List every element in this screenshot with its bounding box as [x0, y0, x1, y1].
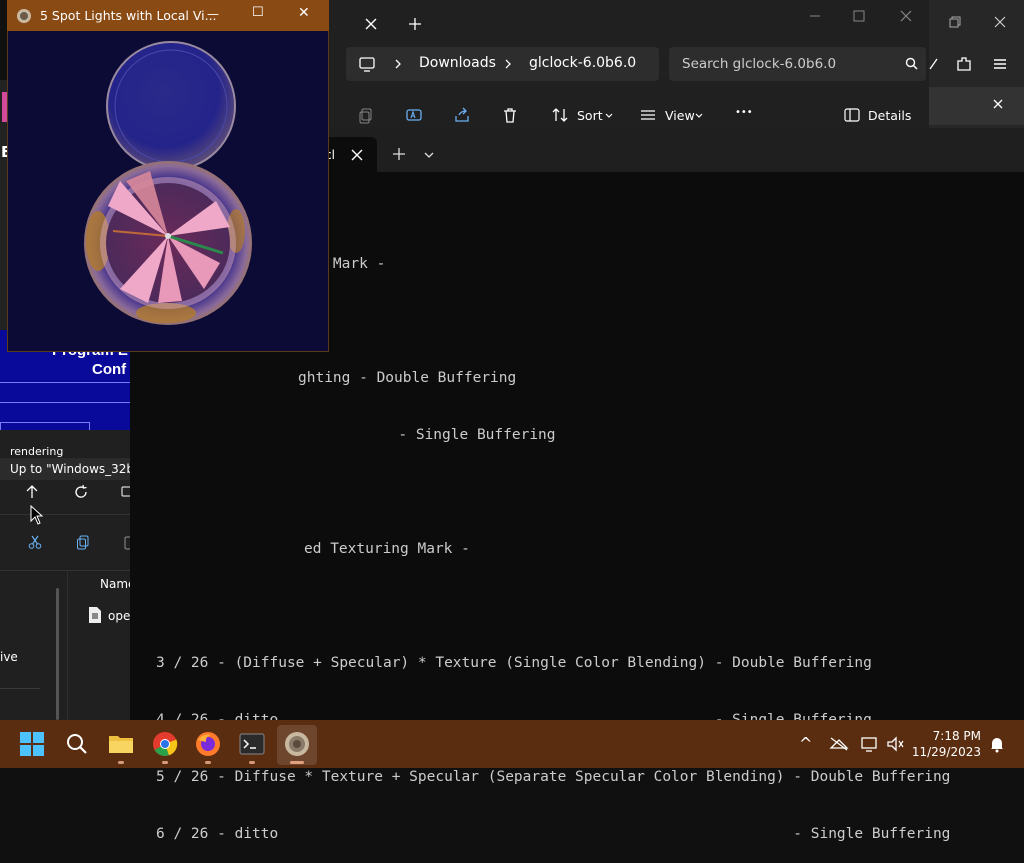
terminal-dropdown-icon[interactable]	[422, 148, 436, 162]
explorer-minimize-icon[interactable]	[807, 8, 823, 24]
delete-icon[interactable]	[501, 106, 519, 124]
up-button-tooltip: Up to "Windows_32bit"	[0, 458, 130, 480]
terminal-new-tab-icon[interactable]	[391, 146, 407, 162]
rendering-status: rendering	[10, 445, 64, 458]
chrome-running-indicator	[162, 761, 168, 764]
glclock-render-canvas[interactable]	[8, 31, 328, 351]
column-header-name[interactable]: Name	[100, 577, 130, 591]
paste-icon[interactable]	[118, 530, 130, 554]
view-icon	[639, 106, 657, 124]
glclock-minimize-button[interactable]: —	[207, 7, 219, 21]
extensions-icon[interactable]	[955, 55, 973, 73]
cut-icon[interactable]	[23, 530, 47, 554]
firefox-icon[interactable]	[192, 728, 224, 760]
terminal-line: 5 / 26 - Diffuse * Texture + Specular (S…	[156, 769, 951, 785]
search-box[interactable]: Search glclock-6.0b6.0	[669, 47, 926, 81]
refresh-icon[interactable]	[69, 480, 93, 504]
terminal-line: - Single Buffering	[346, 427, 556, 443]
nav-pane-divider	[67, 570, 68, 720]
file-explorer-running-indicator	[118, 761, 124, 764]
terminal-icon[interactable]	[236, 728, 268, 760]
computer-icon[interactable]	[116, 480, 130, 504]
blue-divider	[0, 402, 130, 403]
glclock-close-button[interactable]: ✕	[298, 5, 310, 21]
copy-icon[interactable]	[71, 530, 95, 554]
terminal-line: 6 / 26 - ditto - Single Buffering	[156, 826, 951, 842]
terminal-line: ed Texturing Mark -	[304, 541, 470, 557]
toolbar-divider	[0, 570, 130, 571]
file-name[interactable]: ope	[108, 609, 130, 623]
display-icon[interactable]	[860, 736, 880, 752]
terminal-line: 3 / 26 - (Diffuse + Specular) * Texture …	[156, 655, 872, 671]
background-window-infobar	[929, 87, 1024, 125]
address-bar[interactable]: Downloads glclock-6.0b6.0	[346, 47, 659, 81]
network-icon[interactable]	[829, 736, 849, 752]
file-explorer-icon[interactable]	[105, 728, 137, 760]
glclock-maximize-button[interactable]: ☐	[252, 5, 264, 20]
up-arrow-icon[interactable]	[20, 480, 44, 504]
sort-label: Sort	[577, 108, 603, 123]
taskbar-clock-date[interactable]: 11/29/2023	[901, 745, 981, 759]
infobar-close-icon[interactable]	[991, 97, 1005, 111]
glclock-taskbar-icon[interactable]	[281, 728, 313, 760]
taskbar-clock-time[interactable]: 7:18 PM	[901, 729, 981, 743]
menu-icon[interactable]	[991, 55, 1009, 73]
search-icon[interactable]	[61, 728, 93, 760]
start-icon[interactable]	[16, 728, 48, 760]
blue-panel	[0, 422, 90, 430]
glclock-titlebar[interactable]: 5 Spot Lights with Local Vi... — ☐ ✕	[7, 0, 329, 31]
sort-button[interactable]: Sort	[551, 104, 615, 126]
explorer-close-tab-icon[interactable]	[363, 16, 379, 32]
breadcrumb-downloads[interactable]: Downloads	[419, 55, 496, 71]
share-icon[interactable]	[453, 106, 471, 124]
chevron-down-icon	[604, 111, 614, 121]
firefox-running-indicator	[205, 761, 211, 764]
search-input[interactable]: Search glclock-6.0b6.0	[682, 56, 836, 72]
glclock-active-indicator	[290, 761, 304, 764]
blue-app-line-2: Conf	[92, 361, 127, 378]
more-options-button[interactable]: •••	[735, 107, 753, 118]
terminal-running-indicator	[249, 761, 255, 764]
nav-item[interactable]: ive	[0, 650, 18, 664]
blue-divider	[0, 382, 130, 383]
breadcrumb-glclock[interactable]: glclock-6.0b6.0	[529, 55, 636, 71]
glclock-app-icon	[16, 8, 32, 24]
pin-icon	[929, 55, 939, 73]
details-button[interactable]: Details	[843, 104, 915, 126]
view-button[interactable]: View	[639, 104, 705, 126]
terminal-tab-close-icon[interactable]	[349, 147, 365, 163]
restore-icon[interactable]	[947, 14, 963, 30]
details-label: Details	[868, 108, 912, 123]
explorer-maximize-icon[interactable]	[851, 8, 867, 24]
glclock-title: 5 Spot Lights with Local Vi...	[40, 8, 217, 23]
sort-icon	[551, 106, 569, 124]
nav-divider	[0, 688, 40, 689]
chrome-icon[interactable]	[149, 728, 181, 760]
copy-icon[interactable]	[357, 106, 375, 124]
breadcrumb-chevron-icon	[502, 57, 514, 71]
clock-render	[84, 41, 252, 325]
mouse-cursor-icon	[30, 505, 44, 525]
view-label: View	[665, 108, 695, 123]
scrollbar[interactable]	[56, 588, 59, 720]
explorer-close-icon[interactable]	[898, 8, 914, 24]
computer-icon	[358, 55, 376, 73]
explorer-new-tab-icon[interactable]	[407, 16, 423, 32]
search-icon[interactable]	[904, 56, 920, 72]
rename-icon[interactable]	[405, 106, 423, 124]
terminal-line: ghting - Double Buffering	[298, 370, 517, 386]
details-pane-icon	[843, 107, 861, 123]
toolbar-divider	[0, 514, 130, 515]
chevron-down-icon	[694, 111, 704, 121]
breadcrumb-chevron-icon	[392, 57, 404, 71]
file-icon	[88, 606, 102, 624]
notification-bell-icon[interactable]	[988, 735, 1006, 753]
background-close-icon[interactable]	[992, 14, 1008, 30]
file-explorer-window[interactable]: Downloads glclock-6.0b6.0 Search glclock…	[329, 0, 929, 128]
tray-overflow-chevron-icon[interactable]: ^	[799, 734, 812, 753]
